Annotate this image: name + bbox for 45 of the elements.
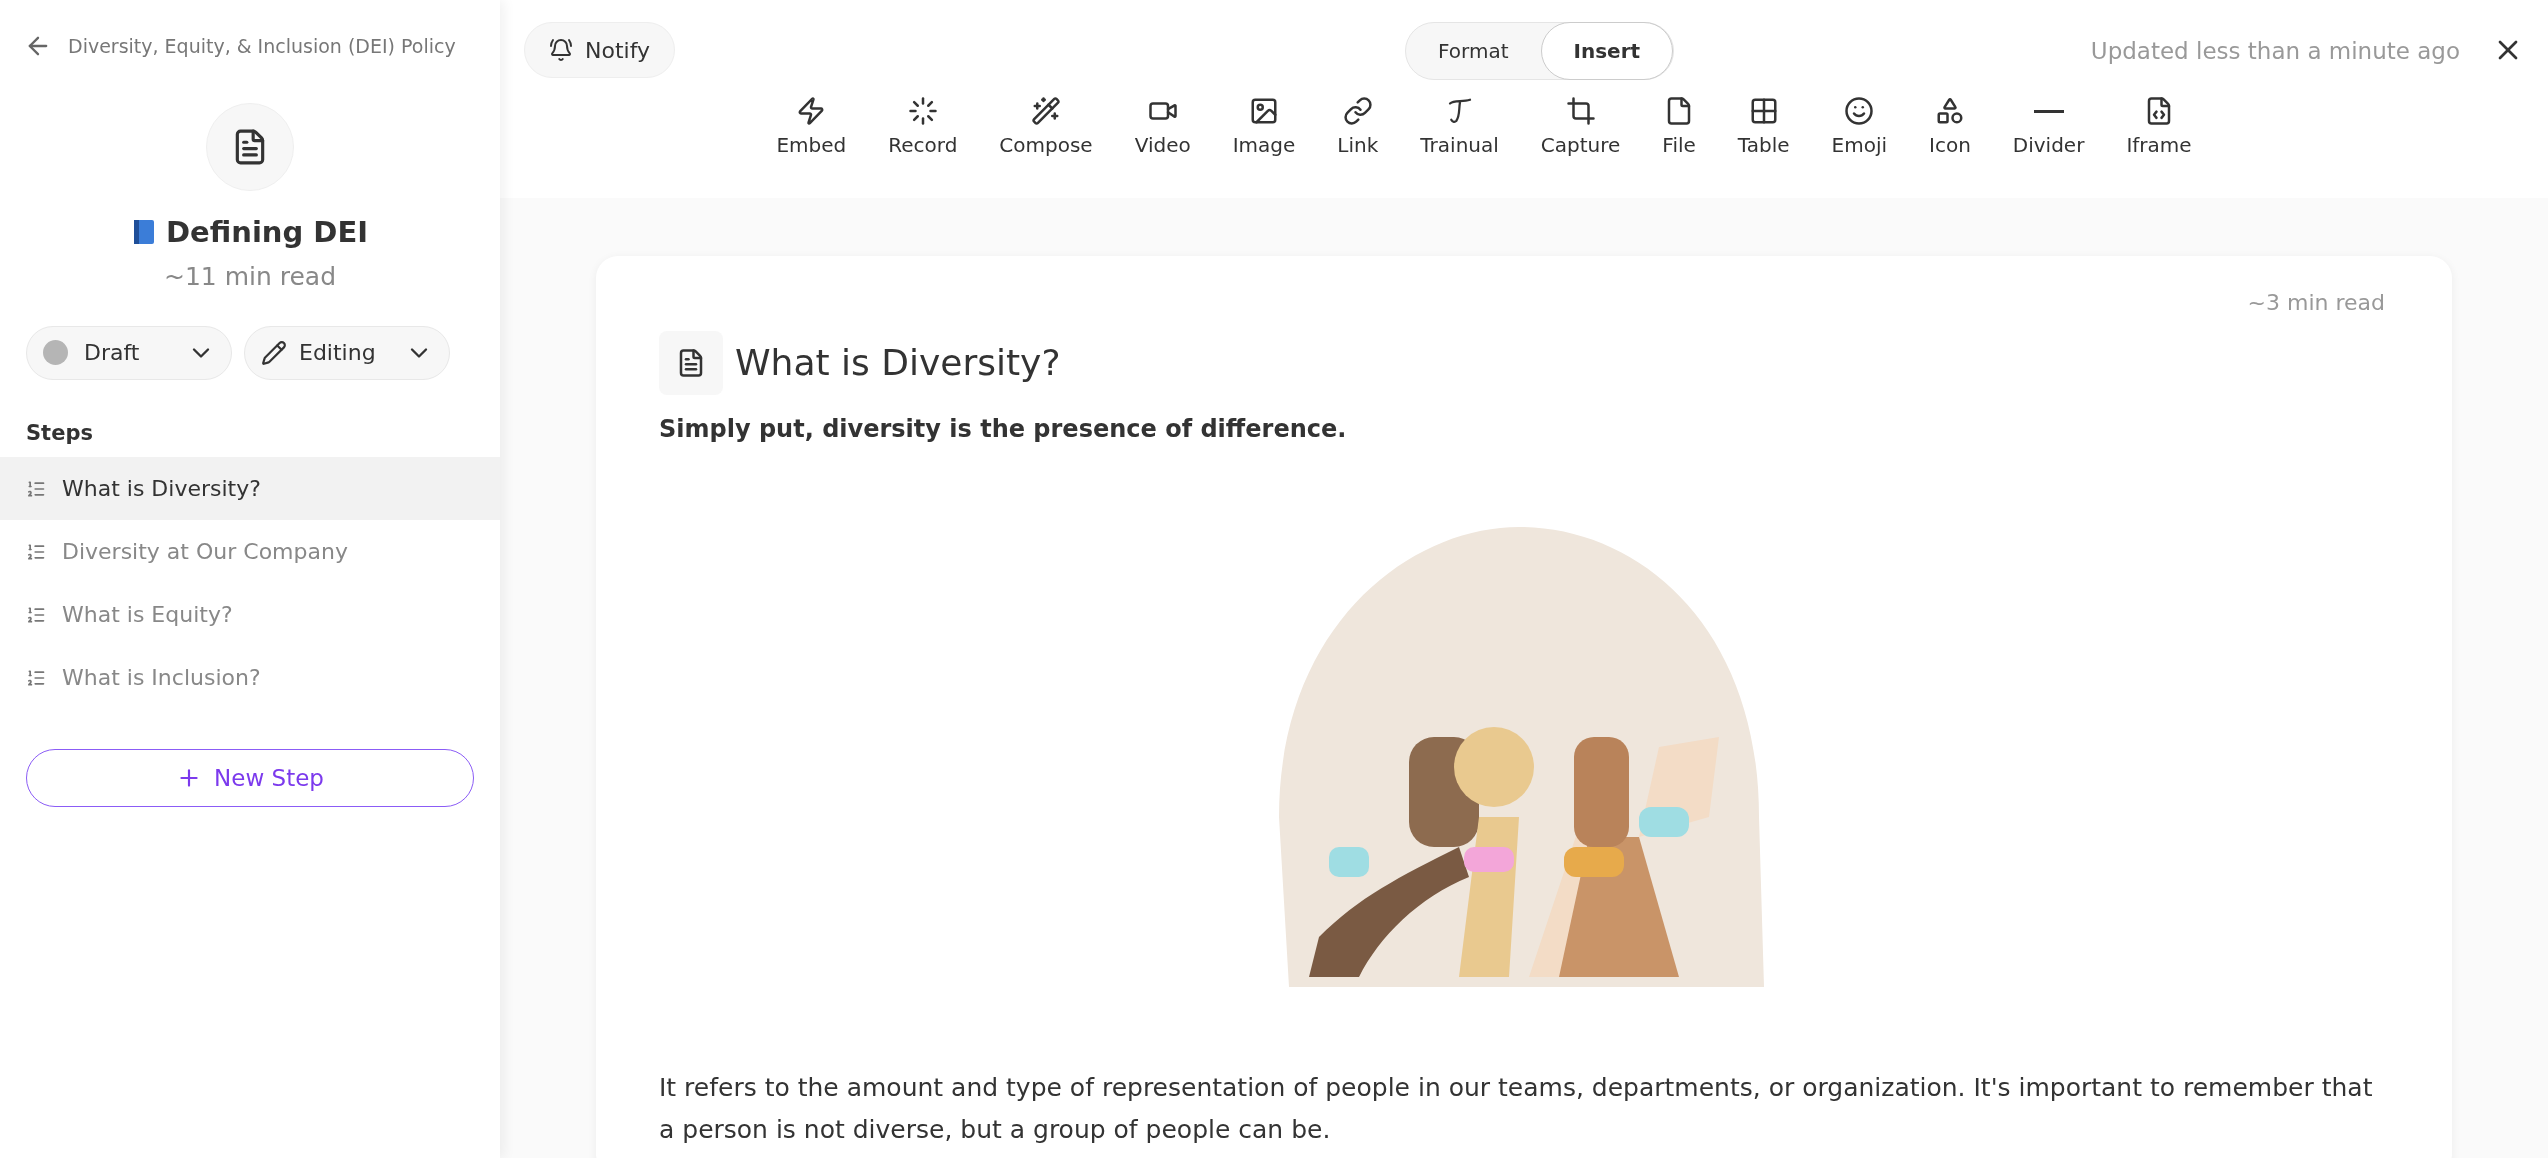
updated-status: Updated less than a minute ago xyxy=(2090,37,2460,66)
step-heading: What is Diversity? xyxy=(735,341,1061,385)
insert-tool[interactable]: Embed xyxy=(768,96,855,160)
steps-heading: Steps xyxy=(25,419,94,447)
step-item[interactable]: What is Inclusion? xyxy=(0,646,500,709)
step-read-time: ~3 min read xyxy=(2247,289,2385,317)
burst-icon xyxy=(907,96,938,126)
step-item[interactable]: Diversity at Our Company xyxy=(0,520,500,583)
lead-text: Simply put, diversity is the presence of difference. xyxy=(659,414,1348,445)
insert-tool[interactable]: Divider xyxy=(2004,96,2093,160)
notify-button[interactable]: Notify xyxy=(524,22,676,78)
smiley-icon xyxy=(1844,96,1875,126)
status-dropdown[interactable]: Draft xyxy=(26,325,232,380)
insert-tool[interactable]: Icon xyxy=(1921,96,1979,160)
insert-tool[interactable]: Iframe xyxy=(2118,96,2200,160)
insert-tool[interactable]: Table xyxy=(1729,96,1798,160)
pencil-icon xyxy=(261,339,287,366)
insert-tool[interactable]: Capture xyxy=(1532,96,1629,160)
step-item[interactable]: What is Equity? xyxy=(0,583,500,646)
insert-tool[interactable]: Image xyxy=(1224,96,1304,160)
lesson-title: Defining DEI xyxy=(166,213,368,251)
step-label: What is Inclusion? xyxy=(62,664,261,692)
image-icon xyxy=(1249,96,1280,126)
mode-dropdown[interactable]: Editing xyxy=(244,325,450,380)
step-label: Diversity at Our Company xyxy=(62,538,348,566)
crop-icon xyxy=(1565,96,1596,126)
insert-tool[interactable]: Compose xyxy=(991,96,1101,160)
line-icon xyxy=(2033,109,2064,113)
step-label: What is Equity? xyxy=(62,601,233,629)
insert-tool[interactable]: Trainual xyxy=(1412,96,1507,160)
step-item[interactable]: What is Diversity? xyxy=(0,457,500,520)
insert-tool[interactable]: Emoji xyxy=(1823,96,1895,160)
mode-tab[interactable]: Insert xyxy=(1540,22,1674,80)
mode-tab[interactable]: Format xyxy=(1406,22,1541,80)
link-icon xyxy=(1342,96,1373,126)
body-paragraph: It refers to the amount and type of representation of people in our teams, departments, or organization. It's important to remember that a person is not diverse, but a group of people can be. xyxy=(659,1072,2374,1146)
step-label: What is Diversity? xyxy=(62,475,261,503)
insert-tool[interactable]: Record xyxy=(880,96,966,160)
insert-tool[interactable]: Video xyxy=(1126,96,1199,160)
read-time: ~11 min read xyxy=(163,261,337,293)
insert-tool[interactable]: Link xyxy=(1329,96,1387,160)
bell-icon xyxy=(549,38,573,62)
magic-wand-icon xyxy=(1031,96,1061,126)
insert-tool[interactable]: File xyxy=(1654,96,1704,160)
policy-title: Diversity, Equity, & Inclusion (DEI) Policy xyxy=(68,34,456,59)
